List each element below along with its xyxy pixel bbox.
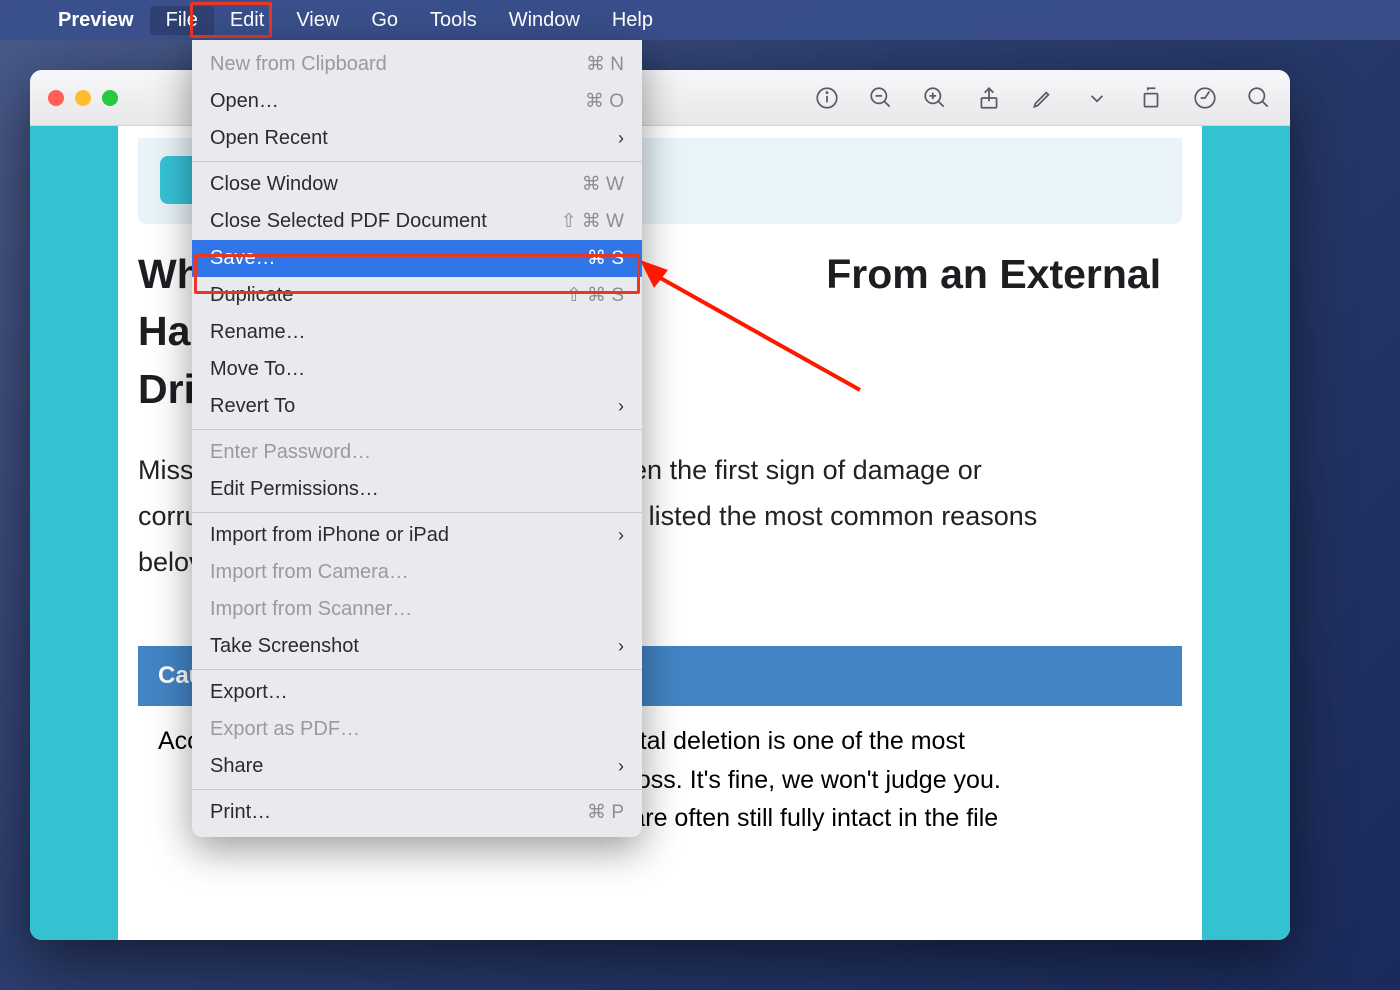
menu-export-pdf: Export as PDF…: [192, 711, 642, 748]
menu-import-iphone[interactable]: Import from iPhone or iPad›: [192, 517, 642, 554]
maximize-window-button[interactable]: [102, 90, 118, 106]
chevron-right-icon: ›: [618, 756, 624, 777]
view-menu[interactable]: View: [280, 6, 355, 35]
chevron-right-icon: ›: [618, 128, 624, 149]
para-fragment-2: ten the first sign of damage or: [625, 455, 982, 485]
para-fragment-1: Missi: [138, 455, 200, 485]
menu-share[interactable]: Share›: [192, 748, 642, 785]
menu-new-from-clipboard: New from Clipboard⌘ N: [192, 46, 642, 83]
search-icon[interactable]: [1246, 85, 1272, 111]
chevron-right-icon: ›: [618, 636, 624, 657]
menu-import-scanner: Import from Scanner…: [192, 591, 642, 628]
menu-separator: [192, 429, 642, 430]
menu-edit-permissions[interactable]: Edit Permissions…: [192, 471, 642, 508]
info-icon[interactable]: [814, 85, 840, 111]
toolbar: [814, 85, 1272, 111]
menu-close-selected-pdf[interactable]: Close Selected PDF Document⇧ ⌘ W: [192, 203, 642, 240]
chevron-right-icon: ›: [618, 396, 624, 417]
menu-enter-password: Enter Password…: [192, 434, 642, 471]
chevron-down-icon[interactable]: [1084, 85, 1110, 111]
zoom-out-icon[interactable]: [868, 85, 894, 111]
menu-save[interactable]: Save…⌘ S: [192, 240, 642, 277]
menu-rename[interactable]: Rename…: [192, 314, 642, 351]
window-controls: [48, 90, 118, 106]
menu-open[interactable]: Open…⌘ O: [192, 83, 642, 120]
file-menu[interactable]: File: [150, 6, 214, 35]
menu-import-camera: Import from Camera…: [192, 554, 642, 591]
app-menu[interactable]: Preview: [42, 6, 150, 35]
para-fragment-4: Ve listed the most common reasons: [610, 501, 1038, 531]
menu-print[interactable]: Print…⌘ P: [192, 794, 642, 831]
menu-export[interactable]: Export…: [192, 674, 642, 711]
menu-separator: [192, 512, 642, 513]
close-window-button[interactable]: [48, 90, 64, 106]
markup-icon[interactable]: [1030, 85, 1056, 111]
highlight-icon[interactable]: [1192, 85, 1218, 111]
menu-duplicate[interactable]: Duplicate⇧ ⌘ S: [192, 277, 642, 314]
menu-close-window[interactable]: Close Window⌘ W: [192, 166, 642, 203]
menu-separator: [192, 669, 642, 670]
menu-revert-to[interactable]: Revert To›: [192, 388, 642, 425]
macos-menubar: Preview File Edit View Go Tools Window H…: [0, 0, 1400, 40]
window-menu[interactable]: Window: [493, 6, 596, 35]
zoom-in-icon[interactable]: [922, 85, 948, 111]
menu-open-recent[interactable]: Open Recent›: [192, 120, 642, 157]
para-fragment-3: corru: [138, 501, 200, 531]
menu-separator: [192, 161, 642, 162]
chevron-right-icon: ›: [618, 525, 624, 546]
minimize-window-button[interactable]: [75, 90, 91, 106]
menu-separator: [192, 789, 642, 790]
rotate-icon[interactable]: [1138, 85, 1164, 111]
share-icon[interactable]: [976, 85, 1002, 111]
edit-menu[interactable]: Edit: [214, 6, 280, 35]
tools-menu[interactable]: Tools: [414, 6, 493, 35]
go-menu[interactable]: Go: [355, 6, 414, 35]
menu-take-screenshot[interactable]: Take Screenshot›: [192, 628, 642, 665]
menu-move-to[interactable]: Move To…: [192, 351, 642, 388]
file-menu-dropdown: New from Clipboard⌘ N Open…⌘ O Open Rece…: [192, 40, 642, 837]
help-menu[interactable]: Help: [596, 6, 669, 35]
